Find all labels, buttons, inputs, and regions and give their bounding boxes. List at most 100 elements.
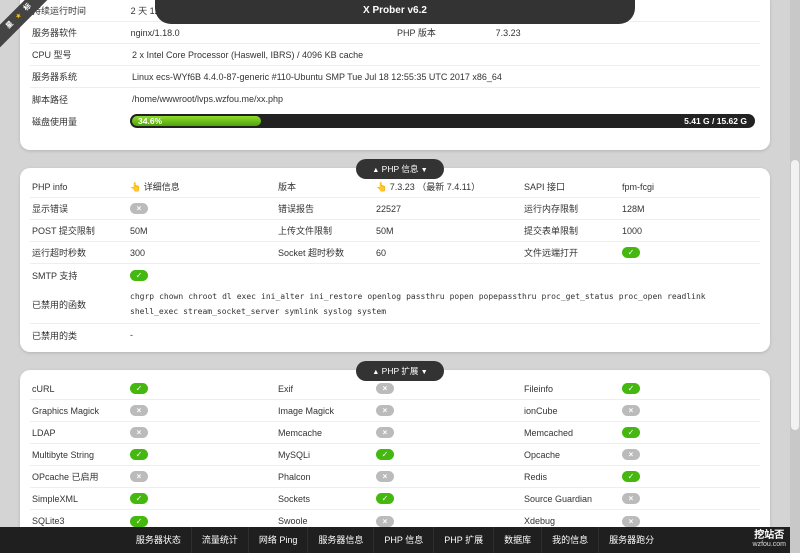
php-info-value: 1000: [622, 226, 768, 236]
nav-item[interactable]: PHP 信息: [373, 527, 433, 553]
php-info-value-text: 300: [130, 247, 146, 258]
nav-item[interactable]: 网络 Ping: [247, 527, 308, 553]
php-extension-label: cURL: [32, 383, 55, 394]
nav-item[interactable]: 我的信息: [541, 527, 598, 553]
php-extension-label: OPcache 已启用: [32, 472, 99, 482]
php-extensions-rows: cURL ✓ Exif × Fileinfo ✓ Graphics Magick × Image…: [30, 378, 760, 532]
php-extension-value: ×: [622, 405, 768, 416]
php-extension-label: SimpleXML: [32, 493, 79, 504]
scrollbar[interactable]: [790, 0, 800, 553]
php-extension-value: ✓: [622, 383, 768, 394]
nav-item[interactable]: 服务器跑分: [598, 527, 664, 553]
php-extension-cell: Source Guardian ×: [522, 493, 768, 504]
php-info-row: PHP info 👆 详细信息 版本 👆 7.3.23 （最新 7.4.11） SAPI…: [30, 176, 760, 198]
check-icon: ✓: [376, 449, 394, 460]
server-info-label: 持续运行时间: [32, 6, 87, 16]
php-extension-row: OPcache 已启用 × Phalcon × Redis ✓: [30, 466, 760, 488]
php-info-value-text[interactable]: 详细信息: [144, 182, 180, 192]
nav-item[interactable]: 流量统计: [190, 527, 248, 553]
triangle-up-icon: ▲: [372, 167, 380, 174]
disabled-function: ini_alter: [261, 292, 305, 301]
server-info-value: nginx/1.18.0: [130, 27, 180, 38]
php-extension-value: ×: [622, 515, 768, 527]
php-extension-cell: Sockets ✓: [276, 493, 522, 504]
php-info-label: SAPI 接口: [524, 182, 566, 192]
scrollbar-thumb[interactable]: [791, 160, 799, 430]
bottom-nav: 服务器状态 流量统计 网络 Ping 服务器信息 PHP 信息 PHP 扩展 数据库 我的信息…: [0, 527, 790, 553]
php-info-value-text: fpm-fcgi: [622, 181, 655, 192]
php-extension-label: Memcache: [278, 427, 323, 438]
php-extension-cell: Fileinfo ✓: [522, 383, 768, 394]
disabled-function: symlink: [284, 307, 319, 316]
php-info-value-text[interactable]: 7.3.23 （最新 7.4.11）: [390, 182, 480, 192]
php-extension-cell: Memcached ✓: [522, 427, 768, 438]
php-info-row: 显示错误 × 错误报告 22527 运行内存限制 128M: [30, 198, 760, 220]
php-info-cell: 提交表单限制 1000: [522, 224, 768, 237]
php-info-value: 128M: [622, 204, 768, 214]
php-extensions-card: cURL ✓ Exif × Fileinfo ✓ Graphics Magick × Image…: [20, 370, 770, 553]
php-extension-cell: Multibyte String ✓: [30, 449, 276, 460]
php-extension-value: ✓: [376, 449, 522, 460]
php-info-value: 60: [376, 248, 522, 258]
check-icon: ✓: [622, 471, 640, 482]
php-info-cell: 运行内存限制 128M: [522, 202, 768, 215]
php-extension-value: ✓: [622, 471, 768, 482]
disk-usage-bar: 34.6% 5.41 G / 15.62 G: [130, 114, 755, 128]
disk-usage-row: 磁盘使用量 34.6% 5.41 G / 15.62 G: [30, 110, 760, 132]
disk-usage-label: 磁盘使用量: [32, 116, 78, 127]
cross-icon: ×: [622, 493, 640, 504]
check-icon: ✓: [130, 449, 148, 460]
php-extension-cell: Phalcon ×: [276, 471, 522, 482]
cross-icon: ×: [130, 471, 148, 482]
php-extension-cell: SQLite3 ✓: [30, 515, 276, 527]
php-info-cell: Socket 超时秒数 60: [276, 246, 522, 259]
php-info-cell: 版本 👆 7.3.23 （最新 7.4.11）: [276, 180, 522, 193]
php-info-cell: 上传文件限制 50M: [276, 224, 522, 237]
php-extension-value: ×: [376, 515, 522, 527]
cross-icon: ×: [376, 405, 394, 416]
php-extension-cell: Exif ×: [276, 383, 522, 394]
triangle-up-icon: ▲: [372, 369, 380, 376]
php-info-label: 版本: [278, 182, 297, 192]
disabled-classes-label: 已禁用的类: [32, 330, 78, 341]
disabled-function: syslog: [323, 307, 353, 316]
server-info-row: 服务器系统 Linux ecs-WYf6B 4.4.0-87-generic #1…: [30, 66, 760, 88]
disabled-function: system: [357, 307, 387, 316]
php-info-value-text: 50M: [130, 225, 148, 236]
php-extension-row: LDAP × Memcache × Memcached ✓: [30, 422, 760, 444]
cross-icon: ×: [130, 427, 148, 438]
check-icon: ✓: [376, 493, 394, 504]
section-title-php-info[interactable]: ▲ PHP 信息 ▼: [356, 159, 444, 179]
disabled-function: openlog: [367, 292, 402, 301]
server-info-label: CPU 型号: [32, 50, 72, 60]
php-info-value: 300: [130, 248, 276, 258]
php-info-cell: PHP info 👆 详细信息: [30, 180, 276, 193]
php-info-value: ×: [130, 203, 276, 214]
php-info-row: POST 提交限制 50M 上传文件限制 50M 提交表单限制 1000: [30, 220, 760, 242]
disabled-function: dl: [222, 292, 232, 301]
php-extension-value: ✓: [130, 449, 276, 460]
php-extension-label: Image Magick: [278, 405, 335, 416]
nav-item[interactable]: PHP 扩展: [433, 527, 493, 553]
php-extension-label: Exif: [278, 383, 294, 394]
php-extension-value: ✓: [130, 493, 276, 504]
triangle-down-icon: ▼: [420, 167, 428, 174]
php-info-value-text: 50M: [376, 225, 394, 236]
section-title-php-ext[interactable]: ▲ PHP 扩展 ▼: [356, 361, 444, 381]
php-info-value-text: 22527: [376, 203, 402, 214]
pointing-hand-icon[interactable]: 👆: [376, 182, 390, 192]
nav-item[interactable]: 数据库: [493, 527, 541, 553]
cross-icon: ×: [622, 515, 640, 527]
php-info-row: 运行超时秒数 300 Socket 超时秒数 60 文件远端打开 ✓: [30, 242, 760, 264]
php-extension-cell: LDAP ×: [30, 427, 276, 438]
php-extension-label: LDAP: [32, 427, 56, 438]
nav-item[interactable]: 服务器信息: [307, 527, 373, 553]
php-info-cell: 显示错误 ×: [30, 202, 276, 215]
cross-icon: ×: [376, 471, 394, 482]
pointing-hand-icon[interactable]: 👆: [130, 182, 144, 192]
php-info-label: 运行内存限制: [524, 204, 579, 214]
check-icon: ✓: [130, 383, 148, 394]
disk-usage-percent: 34.6%: [138, 116, 163, 126]
cross-icon: ×: [376, 427, 394, 438]
nav-item[interactable]: 服务器状态: [126, 527, 191, 553]
